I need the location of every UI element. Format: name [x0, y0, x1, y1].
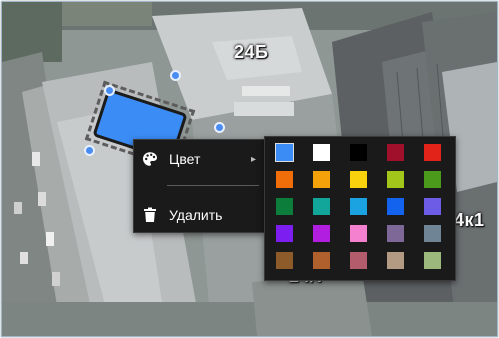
building-label-24b: 24Б	[234, 42, 269, 62]
color-swatch[interactable]	[387, 171, 404, 188]
color-swatch[interactable]	[350, 225, 367, 242]
menu-item-color-label: Цвет	[169, 151, 201, 167]
submenu-arrow-icon: ▸	[250, 153, 256, 165]
palette-icon	[141, 150, 159, 168]
trash-icon	[141, 206, 159, 224]
color-swatch[interactable]	[350, 252, 367, 269]
color-swatch[interactable]	[313, 198, 330, 215]
shape-handle-bottom-left[interactable]	[84, 145, 95, 156]
color-swatch[interactable]	[387, 144, 404, 161]
shape-handle-top-left[interactable]	[104, 85, 115, 96]
shape-handle-bottom-right[interactable]	[214, 122, 225, 133]
color-swatch[interactable]	[350, 198, 367, 215]
color-swatch[interactable]	[424, 144, 441, 161]
color-swatch[interactable]	[424, 225, 441, 242]
color-swatch[interactable]	[276, 252, 293, 269]
color-swatch[interactable]	[350, 171, 367, 188]
color-swatch[interactable]	[276, 171, 293, 188]
color-swatch[interactable]	[424, 198, 441, 215]
context-menu: Цвет ▸ Удалить	[133, 139, 265, 233]
color-swatch[interactable]	[313, 144, 330, 161]
color-swatch[interactable]	[276, 198, 293, 215]
color-swatch[interactable]	[313, 225, 330, 242]
shape-handle-top-right[interactable]	[170, 70, 181, 81]
color-swatch[interactable]	[313, 171, 330, 188]
color-swatch[interactable]	[387, 252, 404, 269]
color-swatch[interactable]	[275, 143, 294, 162]
color-swatch[interactable]	[387, 225, 404, 242]
color-swatch[interactable]	[313, 252, 330, 269]
building-label-4k1: 4к1	[454, 210, 485, 230]
menu-item-delete[interactable]: Удалить	[134, 202, 264, 228]
color-swatch[interactable]	[276, 225, 293, 242]
map-viewport[interactable]: 24Б 4к1 24/7 Цвет ▸	[1, 1, 498, 337]
color-swatch[interactable]	[424, 252, 441, 269]
menu-item-color[interactable]: Цвет ▸	[134, 146, 264, 172]
color-swatch[interactable]	[424, 171, 441, 188]
menu-divider	[167, 185, 259, 186]
color-swatch[interactable]	[387, 198, 404, 215]
menu-item-delete-label: Удалить	[169, 207, 223, 223]
color-swatch[interactable]	[350, 144, 367, 161]
color-palette-panel	[264, 136, 456, 281]
